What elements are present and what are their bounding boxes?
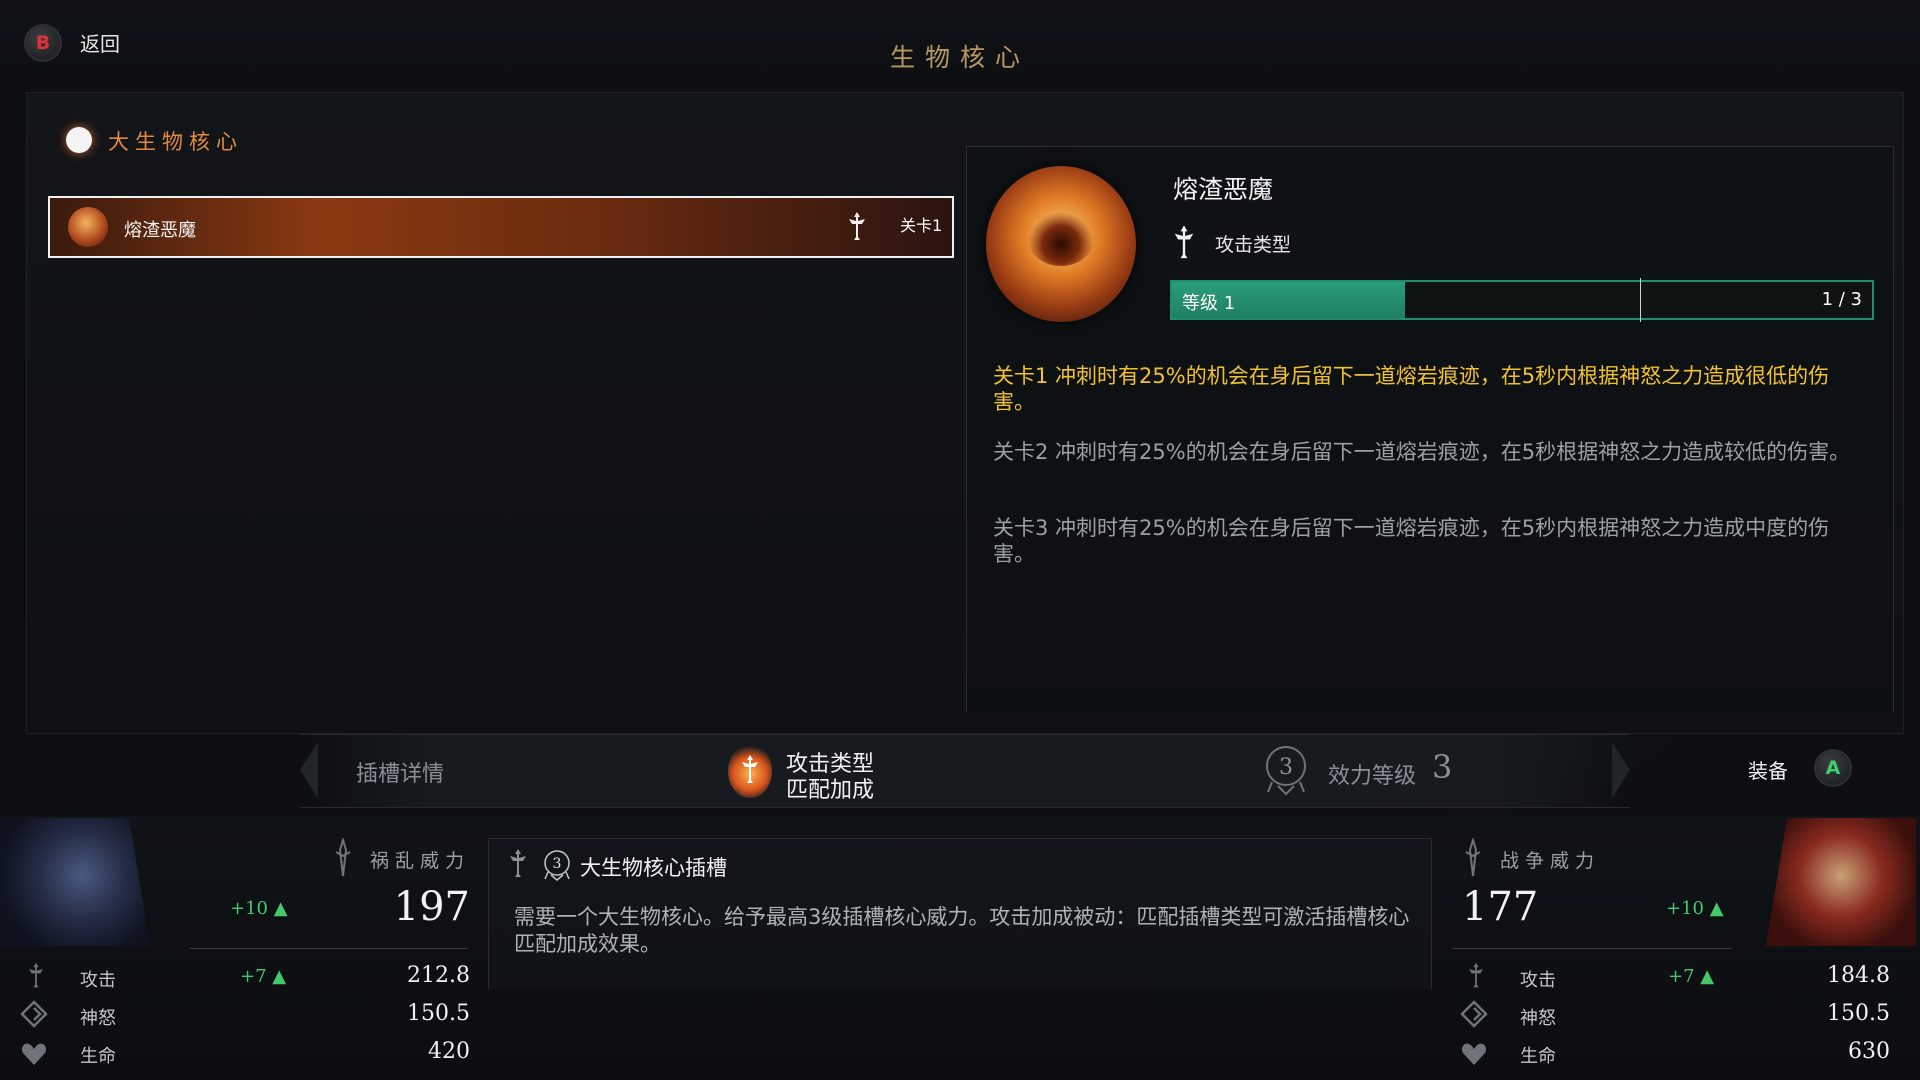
wrath-icon bbox=[20, 1000, 48, 1028]
health-value: 420 bbox=[428, 1039, 470, 1064]
stats-divider bbox=[1452, 948, 1732, 949]
health-icon bbox=[1461, 1043, 1487, 1065]
a-button-icon[interactable]: A bbox=[1814, 749, 1852, 787]
attack-label: 攻击 bbox=[1520, 970, 1556, 991]
core-name: 熔渣恶魔 bbox=[124, 220, 196, 241]
core-detail-name: 熔渣恶魔 bbox=[1173, 175, 1274, 204]
svg-text:3: 3 bbox=[553, 856, 562, 872]
tier-2-description: 关卡2 冲刺时有25%的机会在身后留下一道熔岩痕迹，在5秒根据神怒之力造成较低的… bbox=[993, 440, 1851, 464]
attack-type-icon bbox=[742, 755, 758, 783]
potency-level-icon: 3 bbox=[544, 850, 570, 881]
socket-box-description: 需要一个大生物核心。给予最高3级插槽核心威力。攻击加成被动：匹配插槽类型可激活插… bbox=[514, 905, 1410, 956]
category-title: 大生物核心 bbox=[108, 130, 243, 154]
wrath-value: 150.5 bbox=[1827, 1001, 1890, 1026]
wrath-label: 神怒 bbox=[80, 1008, 116, 1029]
list-item-core[interactable]: 熔渣恶魔 关卡1 bbox=[48, 196, 954, 258]
level-divider bbox=[1640, 278, 1641, 322]
potency-level-label: 效力等级 bbox=[1328, 764, 1417, 789]
equip-button-label[interactable]: 装备 bbox=[1748, 755, 1788, 784]
level-progress-text: 1 / 3 bbox=[1821, 289, 1862, 310]
war-power-icon bbox=[1465, 838, 1481, 877]
strife-power-icon bbox=[335, 838, 351, 877]
health-label: 生命 bbox=[1520, 1046, 1556, 1067]
attack-type-icon bbox=[849, 212, 865, 240]
tier-3-description: 关卡3 冲刺时有25%的机会在身后留下一道熔岩痕迹，在5秒内根据神怒之力造成中度… bbox=[993, 516, 1830, 566]
attack-icon bbox=[29, 962, 43, 988]
attack-label: 攻击 bbox=[80, 970, 116, 991]
strife-power-bonus: +10 ▲ bbox=[230, 898, 288, 919]
health-icon bbox=[21, 1043, 47, 1065]
match-bonus-label-line2: 匹配加成 bbox=[786, 778, 875, 803]
war-power-bonus: +10 ▲ bbox=[1666, 898, 1724, 919]
war-portrait bbox=[1766, 818, 1916, 946]
health-label: 生命 bbox=[80, 1046, 116, 1067]
socket-details-tab[interactable]: 插槽详情 bbox=[356, 756, 444, 788]
page-title: 生物核心 bbox=[889, 43, 1030, 72]
potency-level-icon: 3 bbox=[1266, 746, 1306, 796]
core-type-label: 攻击类型 bbox=[1215, 234, 1292, 256]
wrath-label: 神怒 bbox=[1520, 1008, 1556, 1029]
stats-divider bbox=[190, 948, 468, 949]
core-category-icon bbox=[66, 127, 92, 153]
potency-level-value: 3 bbox=[1432, 748, 1453, 786]
slag-demon-icon bbox=[68, 207, 108, 247]
strife-power-label: 祸乱威力 bbox=[370, 850, 471, 872]
slag-demon-face-icon bbox=[1028, 212, 1094, 266]
war-power-label: 战争威力 bbox=[1500, 850, 1601, 872]
health-value: 630 bbox=[1848, 1039, 1890, 1064]
strife-power-value: 197 bbox=[393, 884, 470, 930]
svg-text:3: 3 bbox=[1279, 755, 1293, 780]
attack-value: 184.8 bbox=[1827, 963, 1890, 988]
socket-bar-right-arrow bbox=[1612, 742, 1630, 798]
wrath-icon bbox=[1460, 1000, 1488, 1028]
attack-type-icon bbox=[1174, 225, 1194, 259]
wrath-value: 150.5 bbox=[407, 1001, 470, 1026]
attack-icon bbox=[1469, 962, 1483, 988]
attack-bonus: +7 ▲ bbox=[240, 966, 287, 987]
level-progress-bar: 等级 1 1 / 3 bbox=[1170, 278, 1874, 322]
strife-portrait bbox=[0, 818, 150, 946]
socket-bar-left-arrow bbox=[300, 742, 318, 798]
war-power-value: 177 bbox=[1462, 884, 1539, 930]
core-level-label: 关卡1 bbox=[900, 216, 943, 235]
level-label: 等级 1 bbox=[1182, 293, 1236, 314]
tier-1-description: 关卡1 冲刺时有25%的机会在身后留下一道熔岩痕迹，在5秒内根据神怒之力造成很低… bbox=[993, 364, 1830, 414]
attack-bonus: +7 ▲ bbox=[1668, 966, 1715, 987]
socket-bar bbox=[300, 734, 1630, 808]
attack-value: 212.8 bbox=[407, 963, 470, 988]
socket-box-title: 大生物核心插槽 bbox=[580, 856, 727, 880]
attack-type-icon bbox=[510, 849, 526, 877]
